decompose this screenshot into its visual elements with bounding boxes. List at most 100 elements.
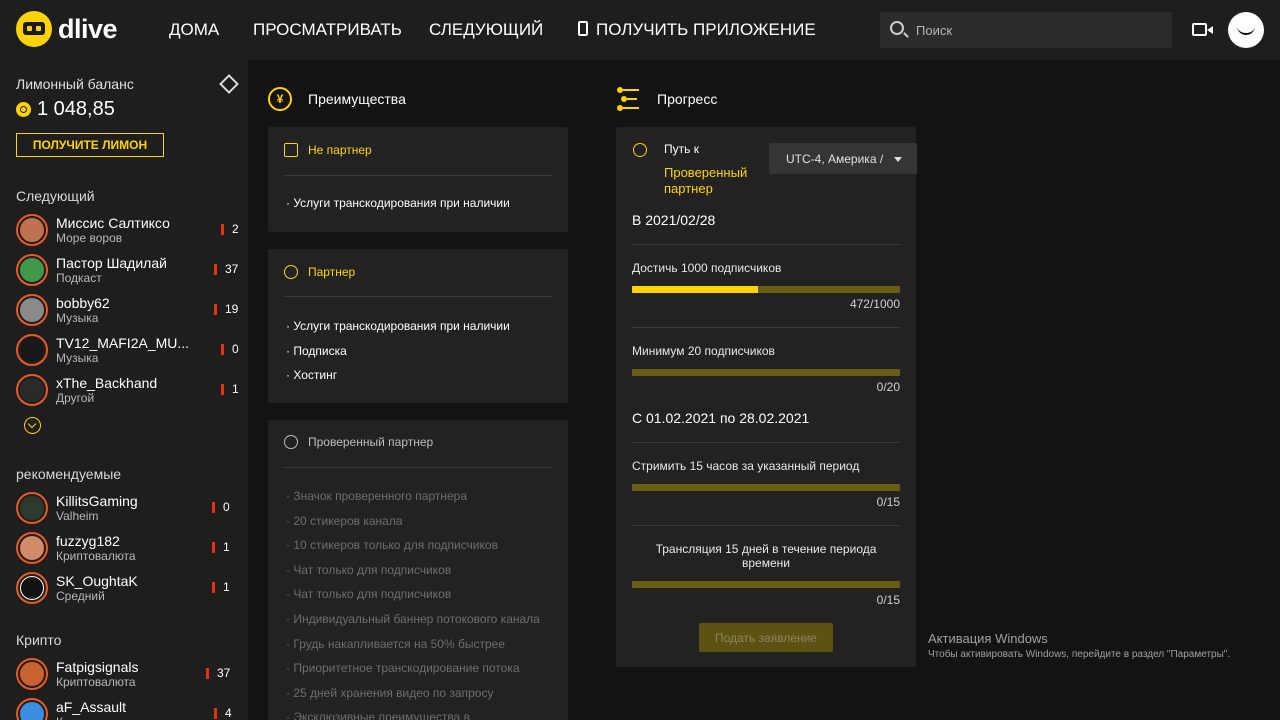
timezone-value: UTC-4, Америка /	[786, 152, 884, 166]
following-item[interactable]: Пастор Шадилай Подкаст 37	[16, 252, 244, 288]
following-section-title: Следующий	[16, 188, 95, 204]
target-level-line1: Проверенный	[664, 165, 748, 180]
non-partner-card: Не партнер · Услуги транскодирования при…	[268, 127, 568, 232]
stream-name: Миссис Салтиксо	[56, 215, 170, 231]
benefit-item: · Эксклюзивные преимущества в	[286, 710, 471, 720]
partner-title-label: Партнер	[308, 265, 356, 279]
avatar	[16, 334, 48, 366]
windows-activation-subtitle: Чтобы активировать Windows, перейдите в …	[928, 649, 1231, 660]
divider	[284, 296, 552, 297]
benefit-item: · 25 дней хранения видео по запросу	[286, 686, 494, 700]
caret-down-icon	[894, 157, 902, 162]
benefit-item: · Индивидуальный баннер потокового канал…	[286, 612, 540, 626]
lemon-coin-icon	[16, 102, 31, 117]
verified-partner-title: Проверенный партнер	[284, 435, 433, 449]
partner-title: Партнер	[284, 265, 355, 279]
dlive-logo-icon	[16, 11, 52, 47]
recommended-item[interactable]: fuzzyg182 Криптовалюта 1	[16, 530, 244, 566]
benefit-item: · Услуги транскодирования при наличии	[286, 319, 510, 333]
following-item[interactable]: TV12_MAFI2A_MU... Музыка 0	[16, 332, 244, 368]
nav-home[interactable]: ДОМА	[169, 20, 219, 40]
benefit-item: · Услуги транскодирования при наличии	[286, 196, 510, 210]
divider	[632, 442, 900, 443]
viewer-count: 37	[206, 666, 230, 680]
stream-category: Музыка	[56, 351, 99, 365]
lemon-balance-value: 1 048,85	[37, 98, 115, 120]
stream-category: Море воров	[56, 231, 123, 245]
recommended-section-title: рекомендуемые	[16, 466, 122, 482]
nav-get-app-label: ПОЛУЧИТЬ ПРИЛОЖЕНИЕ	[596, 20, 816, 39]
go-live-camera-icon[interactable]	[1192, 23, 1213, 36]
benefit-item: · Грудь накапливается на 50% быстрее	[286, 637, 505, 651]
crypto-item[interactable]: aF_Assault К 4	[16, 696, 244, 720]
req1-count: 472/1000	[849, 297, 900, 311]
verified-partner-card: Проверенный партнер · Значок проверенног…	[268, 420, 568, 720]
dlive-logo[interactable]: dlive	[16, 11, 118, 47]
stream-name: TV12_MAFI2A_MU...	[56, 335, 190, 351]
windows-activation-title: Активация Windows	[928, 631, 1048, 646]
stream-category: Музыка	[56, 311, 99, 325]
viewer-count: 19	[214, 302, 238, 316]
plus-square-icon	[284, 143, 298, 157]
benefit-item: · Хостинг	[286, 368, 338, 382]
req3-count: 0/15	[876, 495, 900, 509]
stream-name: xThe_Backhand	[56, 375, 158, 391]
non-partner-title-label: Не партнер	[308, 143, 372, 157]
stream-name: SK_OughtaK	[56, 573, 138, 589]
viewer-count: 0	[212, 500, 230, 514]
req4-label-line2: времени	[742, 556, 790, 570]
divider	[632, 327, 900, 328]
progress-header: Прогресс	[617, 87, 717, 111]
timezone-select[interactable]: UTC-4, Америка /	[769, 143, 917, 174]
req1-label: Достичь 1000 подписчиков	[632, 261, 782, 275]
show-more-chevron-icon[interactable]	[24, 417, 41, 434]
divider	[632, 525, 900, 526]
viewer-count: 2	[221, 222, 239, 236]
benefit-item: · Чат только для подписчиков	[286, 587, 452, 601]
target-level-line2: партнер	[664, 181, 713, 196]
recommended-item[interactable]: KillitsGaming Valheim 0	[16, 490, 244, 526]
divider	[284, 175, 552, 176]
nav-browse[interactable]: ПРОСМАТРИВАТЬ	[253, 20, 402, 40]
req2-label: Минимум 20 подписчиков	[632, 344, 775, 358]
benefit-item: · Чат только для подписчиков	[286, 563, 452, 577]
apply-button[interactable]: Подать заявление	[699, 623, 833, 652]
stream-category: Криптовалюта	[56, 675, 136, 689]
verified-badge-icon	[284, 435, 298, 449]
avatar	[16, 254, 48, 286]
user-avatar[interactable]	[1228, 12, 1264, 48]
medal-icon	[284, 265, 298, 279]
lemon-balance-title: Лимонный баланс	[16, 76, 134, 92]
avatar	[16, 294, 48, 326]
nav-get-app[interactable]: ПОЛУЧИТЬ ПРИЛОЖЕНИЕ	[578, 20, 816, 40]
lemon-balance: 1 048,85	[16, 98, 115, 121]
stream-category: Valheim	[56, 509, 99, 523]
following-item[interactable]: xThe_Backhand Другой 1	[16, 372, 244, 408]
get-lemon-button[interactable]: ПОЛУЧИТЕ ЛИМОН	[16, 133, 164, 157]
crypto-item[interactable]: Fatpigsignals Криптовалюта 37	[16, 656, 244, 692]
following-item[interactable]: Миссис Салтиксо Море воров 2	[16, 212, 244, 248]
following-item[interactable]: bobby62 Музыка 19	[16, 292, 244, 328]
req4-label-line1: Трансляция 15 дней в течение периода	[655, 542, 877, 556]
benefit-item: · 10 стикеров только для подписчиков	[286, 538, 498, 552]
divider	[632, 244, 900, 245]
nav-following[interactable]: СЛЕДУЮЩИЙ	[429, 20, 543, 40]
yen-coin-icon: ¥	[268, 87, 292, 111]
search-icon[interactable]	[890, 21, 904, 35]
benefit-item: · Подписка	[286, 344, 347, 358]
diamond-icon[interactable]	[219, 74, 239, 94]
search-input[interactable]	[916, 12, 1166, 48]
sidebar: Лимонный баланс 1 048,85 ПОЛУЧИТЕ ЛИМОН …	[0, 60, 248, 720]
req3-label: Стримить 15 часов за указанный период	[632, 459, 860, 473]
search-box[interactable]	[880, 12, 1172, 48]
stream-category: Криптовалюта	[56, 549, 136, 563]
stream-name: Пастор Шадилай	[56, 255, 167, 271]
period-range: С 01.02.2021 по 28.02.2021	[632, 410, 810, 426]
verified-badge-icon	[633, 143, 647, 157]
verified-partner-title-label: Проверенный партнер	[308, 435, 434, 449]
benefit-item: · Приоритетное транскодирование потока	[286, 661, 520, 675]
viewer-count: 37	[214, 262, 238, 276]
req4-count: 0/15	[876, 593, 900, 607]
as-of-date: В 2021/02/28	[632, 212, 716, 228]
recommended-item[interactable]: SK_OughtaK Средний 1	[16, 570, 244, 606]
